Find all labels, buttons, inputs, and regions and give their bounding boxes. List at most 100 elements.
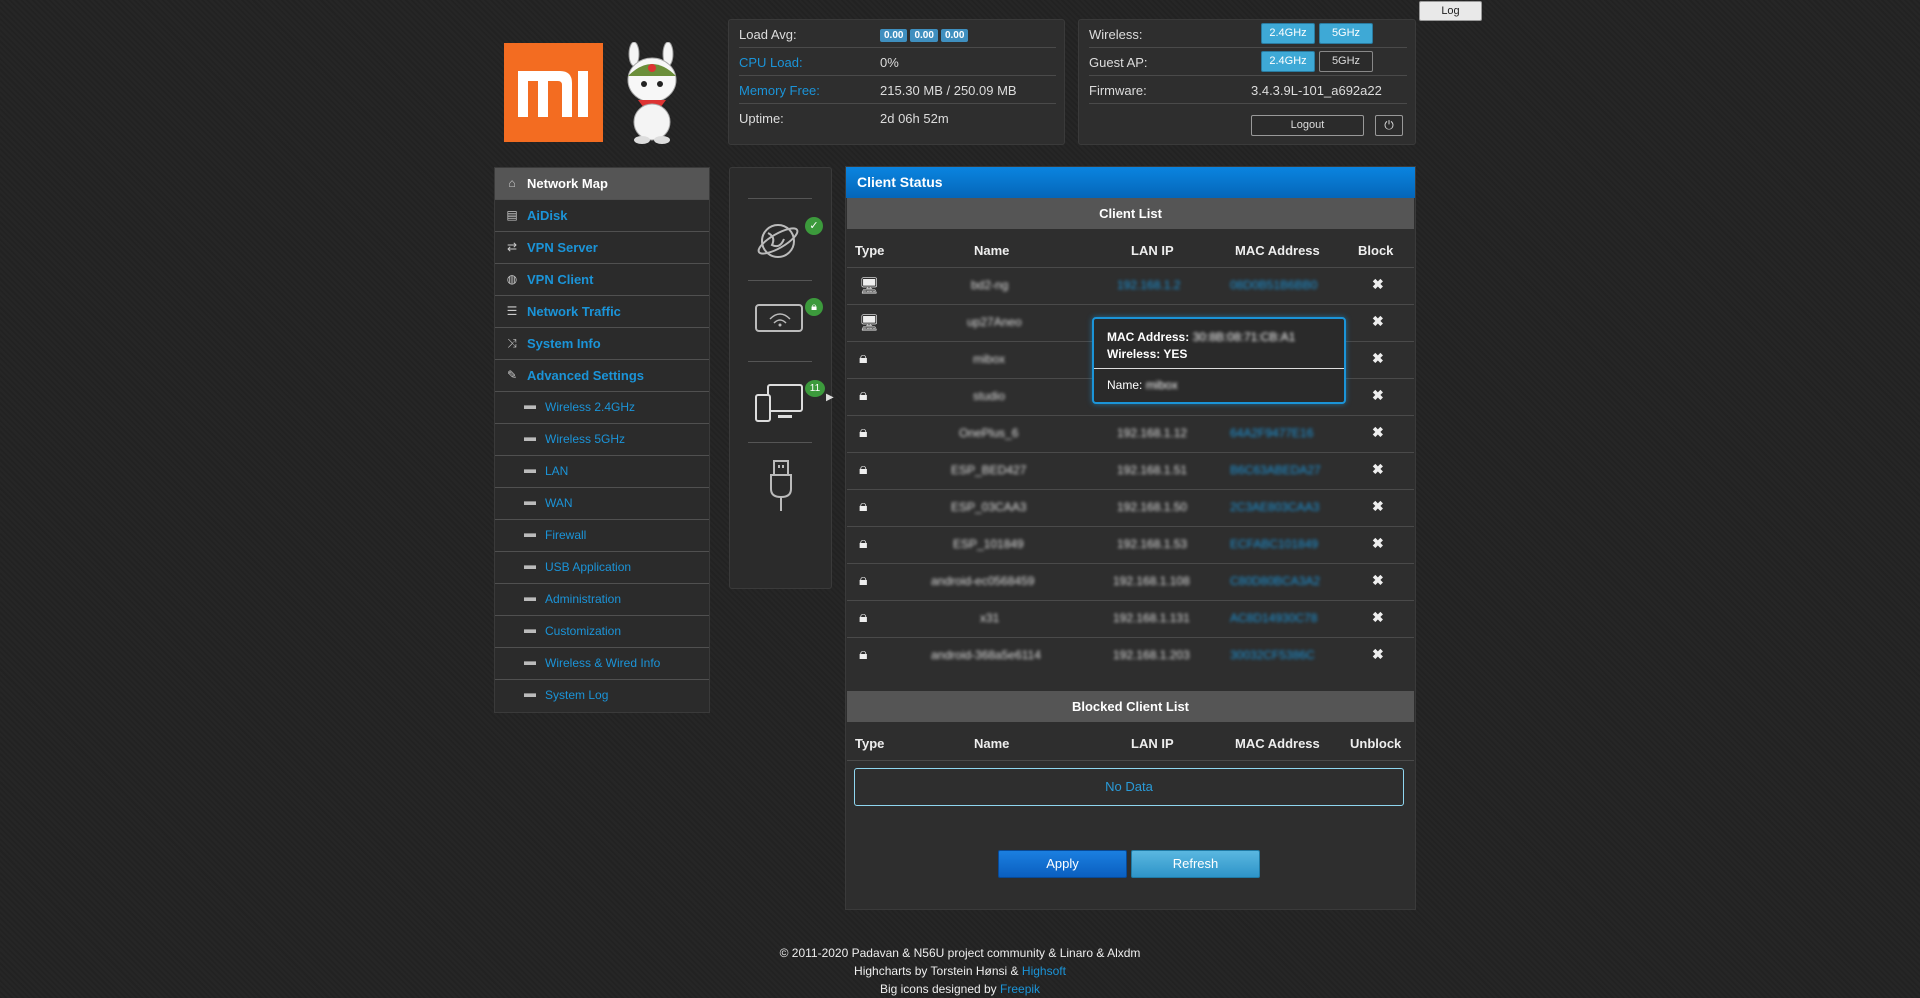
guest-ap-row: Guest AP: 2.4GHz 5GHz [1089, 48, 1407, 76]
uptime-label: Uptime: [739, 111, 784, 126]
memory-free-link[interactable]: Memory Free: [739, 83, 820, 98]
block-x-icon[interactable]: ✖ [1372, 424, 1384, 441]
block-x-icon[interactable]: ✖ [1372, 498, 1384, 515]
wireless-24ghz-toggle[interactable]: 2.4GHz [1261, 23, 1315, 44]
table-row: 🔒︎ OnePlus_6 192.168.1.12 64A2F9477E16 ✖ [847, 416, 1414, 453]
tooltip-mac-value: 30:8B:08:71:CB:A1 [1192, 330, 1296, 344]
submenu-wireless-24ghz[interactable]: ▬ Wireless 2.4GHz [495, 392, 709, 424]
divider [748, 442, 812, 443]
power-button[interactable]: ⏻ [1375, 115, 1403, 136]
minus-icon: ▬ [524, 398, 536, 412]
client-mac-link[interactable]: ECFABC101849 [1230, 537, 1318, 551]
logout-button[interactable]: Logout [1251, 115, 1364, 136]
menu-item-vpn-client[interactable]: ◍ VPN Client [495, 264, 709, 296]
blocked-col-name: Name [974, 736, 1010, 751]
blocked-col-unblock: Unblock [1350, 736, 1402, 751]
menu-item-label: AiDisk [527, 208, 568, 223]
col-block: Block [1358, 243, 1394, 258]
tooltip-name: Name: mibox [1107, 378, 1178, 392]
submenu-label: Firewall [545, 528, 587, 542]
firmware-label: Firmware: [1089, 83, 1147, 98]
lock-icon: 🔒︎ [859, 387, 868, 404]
submenu-administration[interactable]: ▬ Administration [495, 584, 709, 616]
submenu-lan[interactable]: ▬ LAN [495, 456, 709, 488]
client-ip: 192.168.1.203 [1113, 648, 1190, 662]
client-ip-link[interactable]: 192.168.1.2 [1117, 278, 1180, 292]
cpu-load-row: CPU Load: 0% [739, 48, 1056, 76]
client-mac-link[interactable]: 2C3AE803CAA3 [1230, 500, 1319, 514]
guest-24ghz-toggle[interactable]: 2.4GHz [1261, 51, 1315, 72]
menu-item-label: VPN Client [527, 272, 594, 287]
block-x-icon[interactable]: ✖ [1372, 276, 1384, 293]
client-mac-link[interactable]: B6C63ABEDA27 [1230, 463, 1321, 477]
client-name: up27Aneo [967, 315, 1022, 329]
block-x-icon[interactable]: ✖ [1372, 387, 1384, 404]
submenu-system-log[interactable]: ▬ System Log [495, 680, 709, 711]
disk-icon: ▤ [506, 208, 518, 222]
minus-icon: ▬ [524, 686, 536, 700]
client-name: studio [973, 389, 1006, 403]
client-name: ESP_101849 [953, 537, 1024, 551]
clients-count-badge: 11 [805, 380, 825, 397]
menu-item-network-map[interactable]: ⌂ Network Map [495, 168, 709, 200]
submenu-usb-application[interactable]: ▬ USB Application [495, 552, 709, 584]
submenu-wireless-5ghz[interactable]: ▬ Wireless 5GHz [495, 424, 709, 456]
menu-item-vpn-server[interactable]: ⇄ VPN Server [495, 232, 709, 264]
client-mac-link[interactable]: 08D0B51B6BB0 [1230, 278, 1317, 292]
submenu-customization[interactable]: ▬ Customization [495, 616, 709, 648]
cpu-load-link[interactable]: CPU Load: [739, 55, 803, 70]
footer-highcharts: Highcharts by Torstein Hønsi & Highsoft [0, 962, 1920, 980]
desktop-icon: 🖥︎ [859, 315, 880, 332]
submenu-wan[interactable]: ▬ WAN [495, 488, 709, 520]
firmware-version-link[interactable]: 3.4.3.9L-101_a692a22 [1251, 83, 1382, 98]
client-mac-link[interactable]: 64A2F9477E16 [1230, 426, 1313, 440]
highsoft-link[interactable]: Highsoft [1022, 964, 1066, 978]
client-mac-link[interactable]: 30032CF5386C [1230, 648, 1315, 662]
minus-icon: ▬ [524, 558, 536, 572]
tooltip-mac: MAC Address: 30:8B:08:71:CB:A1 [1107, 330, 1295, 344]
menu-item-aidisk[interactable]: ▤ AiDisk [495, 200, 709, 232]
submenu-wireless-wired-info[interactable]: ▬ Wireless & Wired Info [495, 648, 709, 680]
freepik-link[interactable]: Freepik [1000, 982, 1040, 996]
log-button[interactable]: Log [1419, 1, 1482, 21]
submenu-firewall[interactable]: ▬ Firewall [495, 520, 709, 552]
load-avg-label: Load Avg: [739, 27, 797, 42]
mi-logo [504, 43, 603, 142]
block-x-icon[interactable]: ✖ [1372, 350, 1384, 367]
block-x-icon[interactable]: ✖ [1372, 313, 1384, 330]
lock-icon: 🔒︎ [859, 498, 868, 515]
menu-item-advanced-settings[interactable]: ✎ Advanced Settings [495, 360, 709, 392]
client-name: OnePlus_6 [959, 426, 1019, 440]
client-mac-link[interactable]: C80D80BCA3A2 [1230, 574, 1320, 588]
apply-button[interactable]: Apply [998, 850, 1127, 878]
footer-highcharts-text: Highcharts by Torstein Hønsi & [854, 964, 1019, 978]
menu-item-label: System Info [527, 336, 601, 351]
internet-connected-check-icon: ✓ [805, 217, 823, 235]
wireless-5ghz-toggle[interactable]: 5GHz [1319, 23, 1373, 44]
globe-icon: ◍ [506, 272, 518, 286]
guest-5ghz-toggle[interactable]: 5GHz [1319, 51, 1373, 72]
block-x-icon[interactable]: ✖ [1372, 572, 1384, 589]
client-status-title: Client Status [846, 167, 1415, 198]
block-x-icon[interactable]: ✖ [1372, 461, 1384, 478]
internet-globe-icon[interactable] [754, 215, 806, 270]
wireless-router-icon[interactable] [754, 303, 806, 338]
submenu-label: Wireless 5GHz [545, 432, 626, 446]
blocked-col-type: Type [855, 736, 885, 751]
block-x-icon[interactable]: ✖ [1372, 609, 1384, 626]
divider [748, 361, 812, 362]
menu-item-label: VPN Server [527, 240, 598, 255]
refresh-button[interactable]: Refresh [1131, 850, 1260, 878]
tooltip-name-label: Name: [1107, 378, 1143, 392]
menu-item-system-info[interactable]: ⤨ System Info [495, 328, 709, 360]
block-x-icon[interactable]: ✖ [1372, 535, 1384, 552]
usb-icon[interactable] [767, 459, 795, 518]
col-lan-ip: LAN IP [1131, 243, 1174, 258]
clients-devices-icon[interactable] [754, 381, 806, 428]
submenu-label: Wireless & Wired Info [545, 656, 661, 670]
system-stats-panel: Load Avg: 0.00 0.00 0.00 CPU Load: 0% Memo… [728, 19, 1065, 145]
client-mac-link[interactable]: AC8D14930C78 [1230, 611, 1317, 625]
block-x-icon[interactable]: ✖ [1372, 646, 1384, 663]
power-icon: ⏻ [1384, 118, 1394, 132]
menu-item-network-traffic[interactable]: ☰ Network Traffic [495, 296, 709, 328]
